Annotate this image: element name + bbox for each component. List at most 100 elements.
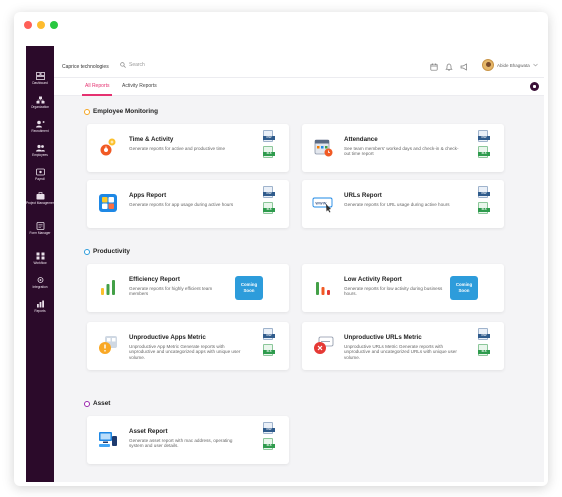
card-description: Generate reports for app usage during ac…: [129, 202, 234, 207]
coming-soon-badge: Coming Soon: [235, 276, 263, 300]
card-title: Asset Report: [129, 428, 168, 435]
report-card-efficiency[interactable]: Efficiency Report Generate reports for h…: [87, 264, 289, 312]
search-input[interactable]: Search: [129, 62, 145, 68]
sidebar-item-form-manager[interactable]: Form Manager: [26, 222, 54, 235]
company-name: Caprice technologies: [62, 64, 109, 70]
sidebar-item-label: Employees: [32, 153, 48, 157]
card-description: Generate reports for active and producti…: [129, 146, 226, 151]
report-card-unproductive-urls[interactable]: Unproductive URLs Metric Unproductive UR…: [302, 322, 504, 370]
sidebar-item-organization[interactable]: Organization: [26, 96, 54, 109]
project-icon: [36, 192, 44, 200]
export-options: CSV XLS: [478, 186, 492, 218]
report-card-attendance[interactable]: Attendance See team members' worked days…: [302, 124, 504, 172]
reports-icon: [36, 300, 44, 308]
organization-icon: [36, 96, 44, 104]
calendar-icon[interactable]: [430, 63, 438, 71]
xls-export-icon[interactable]: XLS: [263, 202, 275, 214]
section-marker-icon: [84, 400, 90, 407]
sidebar-item-label: Integration: [32, 285, 48, 289]
search-icon: [120, 62, 126, 68]
close-window-button[interactable]: [24, 21, 32, 29]
efficiency-icon: [101, 280, 115, 295]
sidebar-item-employees[interactable]: Employees: [26, 144, 54, 157]
section-title: Productivity: [93, 248, 130, 255]
xls-export-icon[interactable]: XLS: [478, 202, 490, 214]
report-card-apps[interactable]: Apps Report Generate reports for app usa…: [87, 180, 289, 228]
user-menu[interactable]: Abide Bhagwata: [482, 59, 538, 71]
avatar: [482, 59, 494, 71]
dashboard-icon: [35, 72, 45, 80]
card-description: Generate asset report with mac address, …: [129, 438, 233, 449]
section-employee-monitoring: Employee Monitoring: [84, 108, 158, 115]
card-description: Unproductive App Metric Generate reports…: [129, 344, 241, 360]
card-description: See team members' worked days and check-…: [344, 146, 459, 157]
report-card-low-activity[interactable]: Low Activity Report Generate reports for…: [302, 264, 504, 312]
sidebar-item-project-management[interactable]: Project Management: [26, 192, 56, 205]
section-title: Employee Monitoring: [93, 108, 158, 115]
sidebar-item-recruitment[interactable]: Recruitment: [26, 120, 54, 133]
tab-all-reports[interactable]: All Reports: [85, 83, 109, 89]
report-card-asset[interactable]: Asset Report Generate asset report with …: [87, 416, 289, 464]
csv-export-icon[interactable]: CSV: [263, 186, 275, 198]
minimize-window-button[interactable]: [37, 21, 45, 29]
announcement-icon[interactable]: [460, 63, 468, 71]
integration-icon: [37, 277, 43, 283]
export-options: CSV XLS: [263, 422, 277, 454]
section-marker-icon: [84, 248, 90, 255]
card-description: Generate reports for low activity during…: [344, 286, 443, 297]
csv-export-icon[interactable]: CSV: [263, 130, 275, 142]
csv-export-icon[interactable]: CSV: [263, 422, 275, 434]
export-options: CSV XLS: [263, 328, 277, 360]
card-title: Low Activity Report: [344, 276, 402, 283]
csv-export-icon[interactable]: CSV: [478, 130, 490, 142]
card-title: Efficiency Report: [129, 276, 180, 283]
maximize-window-button[interactable]: [50, 21, 58, 29]
time-activity-icon: [100, 138, 116, 156]
card-description: Generate reports for highly efficient te…: [129, 286, 213, 297]
xls-export-icon[interactable]: XLS: [263, 146, 275, 158]
xls-export-icon[interactable]: XLS: [478, 344, 490, 356]
csv-export-icon[interactable]: CSV: [478, 186, 490, 198]
top-bar: Caprice technologies Search Abide Bhagwa…: [54, 56, 544, 78]
asset-icon: [99, 432, 117, 447]
sidebar-item-workflow[interactable]: Workflow: [26, 252, 54, 265]
sidebar-item-label: Recruitment: [31, 129, 49, 133]
xls-export-icon[interactable]: XLS: [263, 438, 275, 450]
sidebar-item-integration[interactable]: Integration: [26, 276, 54, 289]
report-card-unproductive-apps[interactable]: Unproductive Apps Metric Unproductive Ap…: [87, 322, 289, 370]
csv-export-icon[interactable]: CSV: [263, 328, 275, 340]
sidebar: Dashboard Organization Recruitment Emplo…: [26, 46, 56, 482]
sidebar-item-reports[interactable]: Reports: [26, 300, 54, 313]
app-window: Dashboard Organization Recruitment Emplo…: [14, 12, 548, 486]
apps-icon: [99, 194, 117, 212]
coming-soon-badge: Coming Soon: [450, 276, 478, 300]
card-title: Apps Report: [129, 192, 167, 199]
sidebar-item-payroll[interactable]: Payroll: [26, 168, 54, 181]
report-card-time-activity[interactable]: Time & Activity Generate reports for act…: [87, 124, 289, 172]
section-marker-icon: [84, 108, 90, 115]
unproductive-urls-icon: [314, 336, 334, 354]
tab-bar: All Reports Activity Reports: [54, 78, 544, 96]
sidebar-item-label: Project Management: [26, 201, 56, 205]
search-box[interactable]: Search: [120, 62, 145, 68]
sidebar-item-dashboard[interactable]: Dashboard: [26, 72, 54, 85]
form-icon: [36, 222, 44, 230]
card-title: Unproductive URLs Metric: [344, 334, 422, 341]
settings-button[interactable]: [530, 82, 539, 91]
sidebar-item-label: Form Manager: [29, 231, 51, 235]
svg-text:www.: www.: [315, 201, 327, 206]
export-options: CSV XLS: [478, 130, 492, 162]
user-name: Abide Bhagwata: [497, 62, 530, 68]
employees-icon: [35, 144, 45, 152]
xls-export-icon[interactable]: XLS: [478, 146, 490, 158]
export-options: CSV XLS: [263, 130, 277, 162]
recruitment-icon: [35, 120, 45, 128]
payroll-icon: [35, 168, 45, 176]
card-description: Generate reports for URL usage during ac…: [344, 202, 450, 207]
bell-icon[interactable]: [445, 63, 453, 71]
report-card-urls[interactable]: www. URLs Report Generate reports for UR…: [302, 180, 504, 228]
xls-export-icon[interactable]: XLS: [263, 344, 275, 356]
csv-export-icon[interactable]: CSV: [478, 328, 490, 340]
tab-activity-reports[interactable]: Activity Reports: [122, 83, 157, 89]
section-productivity: Productivity: [84, 248, 130, 255]
